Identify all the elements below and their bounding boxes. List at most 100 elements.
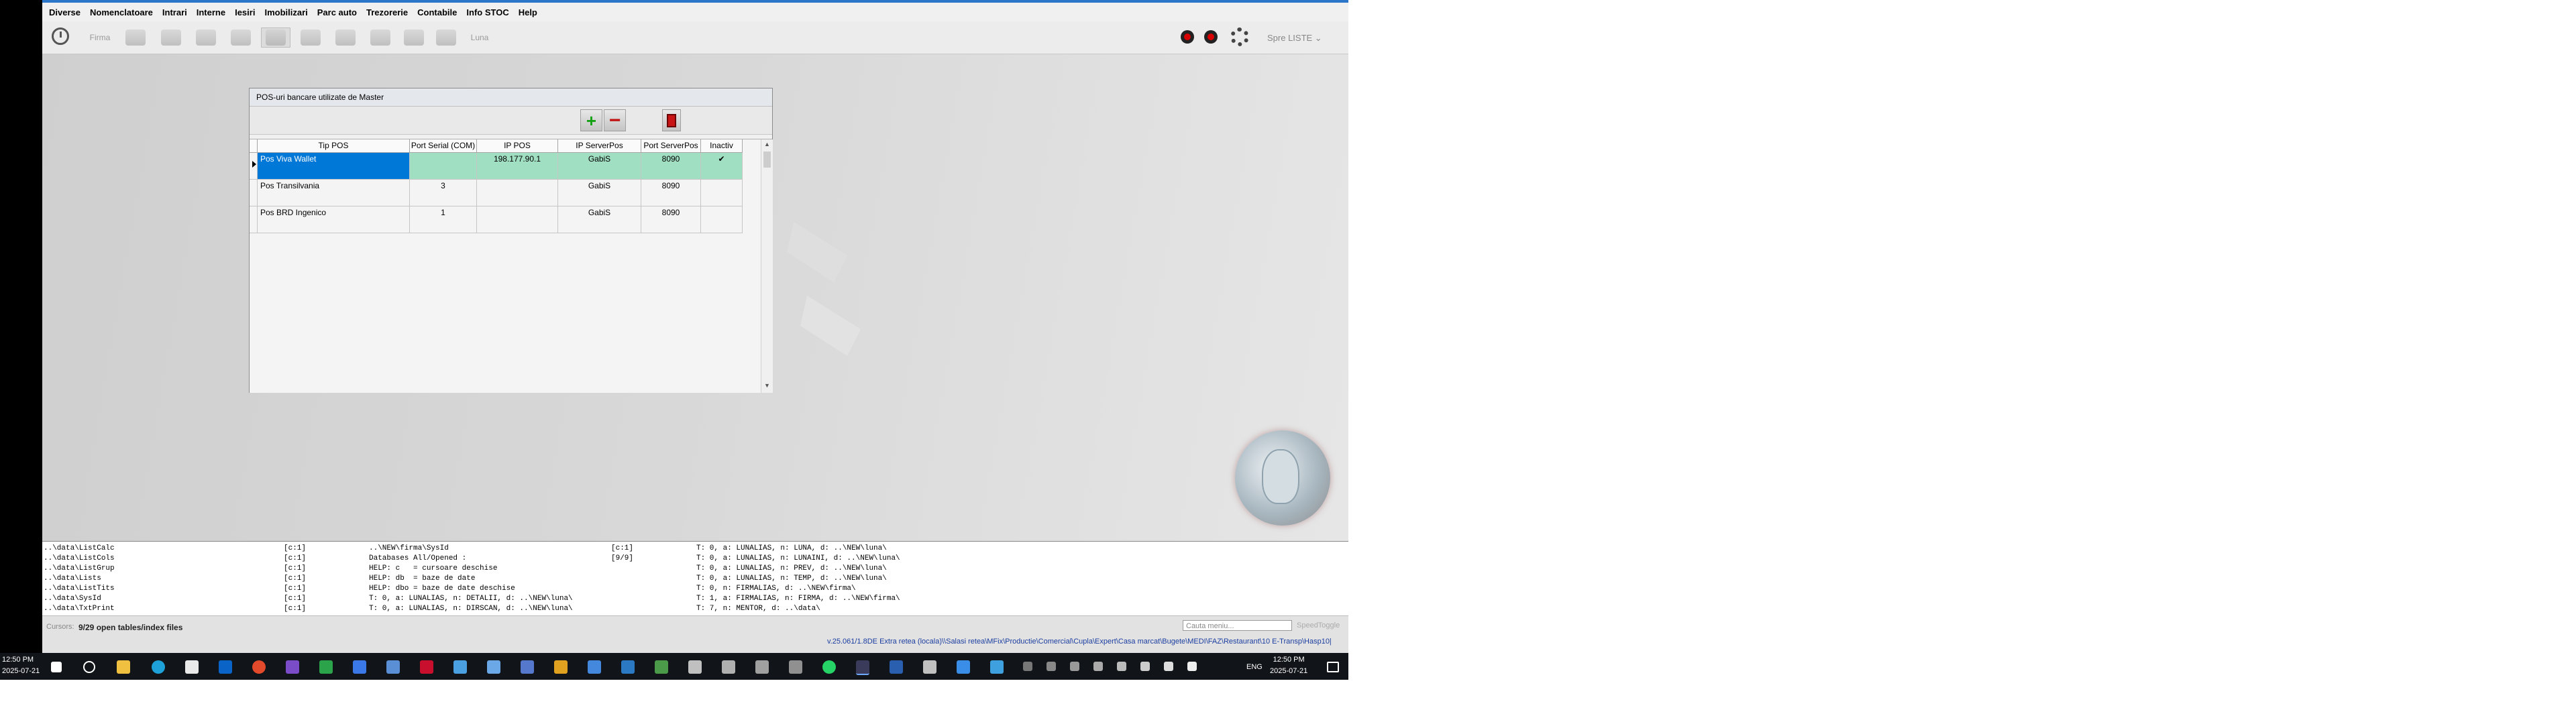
menu-diverse[interactable]: Diverse <box>49 7 80 17</box>
menu-iesiri[interactable]: Iesiri <box>235 7 255 17</box>
luna-button[interactable]: Luna <box>466 27 493 48</box>
chrome-icon[interactable] <box>252 660 266 674</box>
app-icon-6[interactable] <box>487 660 500 674</box>
exit-button[interactable] <box>662 109 681 131</box>
app-icon-4[interactable] <box>386 660 400 674</box>
app-icon-13[interactable] <box>722 660 735 674</box>
menu-nomenclatoare[interactable]: Nomenclatoare <box>90 7 153 17</box>
spre-liste-dropdown[interactable]: Spre LISTE ⌄ <box>1267 33 1322 44</box>
app-icon-3[interactable] <box>353 660 366 674</box>
menu-info-stoc[interactable]: Info STOC <box>466 7 508 17</box>
table-cell[interactable]: GabiS <box>558 180 641 206</box>
tray-icon-1[interactable] <box>1023 662 1032 671</box>
search-icon[interactable] <box>83 661 95 673</box>
col-ip-pos[interactable]: IP POS <box>477 139 558 153</box>
table-cell[interactable]: 8090 <box>641 153 701 180</box>
menu-search-input[interactable]: Cauta meniu... <box>1183 620 1292 631</box>
app-icon-10[interactable] <box>621 660 635 674</box>
toolbar-tool-8[interactable] <box>368 27 392 48</box>
menu-help[interactable]: Help <box>519 7 537 17</box>
app-icon-2[interactable] <box>319 660 333 674</box>
toolbar-tool-6[interactable] <box>299 27 323 48</box>
clock-icon[interactable] <box>52 27 69 45</box>
lifebuoy-icon[interactable] <box>1230 27 1249 46</box>
app-icon-16[interactable] <box>890 660 903 674</box>
scroll-down-icon[interactable]: ▼ <box>764 382 770 389</box>
app-icon-14[interactable] <box>755 660 769 674</box>
taskbar-clock-left[interactable]: 12:50 PM 2025-07-21 <box>2 654 40 677</box>
row-indicator[interactable] <box>250 206 258 233</box>
toolbar-tool-2[interactable] <box>159 27 183 48</box>
firma-button[interactable]: Firma <box>87 27 113 48</box>
app-icon-19[interactable] <box>990 660 1004 674</box>
calendar-icon[interactable] <box>185 660 199 674</box>
active-app-icon[interactable] <box>856 660 869 675</box>
whatsapp-icon[interactable] <box>822 660 836 674</box>
file-explorer-icon[interactable] <box>117 660 130 674</box>
app-icon-12[interactable] <box>688 660 702 674</box>
table-cell[interactable]: 1 <box>410 206 477 233</box>
menu-interne[interactable]: Interne <box>197 7 225 17</box>
menu-parc-auto[interactable]: Parc auto <box>317 7 357 17</box>
row-indicator[interactable] <box>250 153 258 180</box>
table-cell[interactable]: 8090 <box>641 206 701 233</box>
inactiv-checkbox[interactable]: ✔ <box>701 153 743 180</box>
table-cell[interactable] <box>410 153 477 180</box>
table-cell[interactable]: GabiS <box>558 153 641 180</box>
table-cell[interactable]: 3 <box>410 180 477 206</box>
col-port-serial[interactable]: Port Serial (COM) <box>410 139 477 153</box>
toolbar-tool-7[interactable] <box>333 27 358 48</box>
table-cell[interactable] <box>477 180 558 206</box>
scroll-thumb[interactable] <box>763 152 771 168</box>
menu-intrari[interactable]: Intrari <box>162 7 187 17</box>
inactiv-checkbox[interactable] <box>701 206 743 233</box>
menu-contabile[interactable]: Contabile <box>417 7 457 17</box>
col-port-serverpos[interactable]: Port ServerPos <box>641 139 701 153</box>
tray-icon-5[interactable] <box>1117 662 1126 671</box>
col-inactiv[interactable]: Inactiv <box>701 139 743 153</box>
app-icon-5[interactable] <box>453 660 467 674</box>
volume-icon[interactable] <box>1187 662 1197 671</box>
tray-icon-7[interactable] <box>1164 662 1173 671</box>
toolbar-tool-3[interactable] <box>194 27 218 48</box>
outlook-icon[interactable] <box>219 660 232 674</box>
speed-toggle[interactable]: SpeedToggle <box>1297 621 1340 629</box>
toolbar-tool-4[interactable] <box>229 27 253 48</box>
windows-start-icon[interactable] <box>51 662 62 672</box>
table-cell[interactable]: Pos BRD Ingenico <box>258 206 410 233</box>
row-indicator[interactable] <box>250 180 258 206</box>
table-cell[interactable] <box>477 206 558 233</box>
app-icon-15[interactable] <box>789 660 802 674</box>
tray-icon-6[interactable] <box>1140 662 1150 671</box>
col-ip-serverpos[interactable]: IP ServerPos <box>558 139 641 153</box>
add-button[interactable]: + <box>580 109 602 131</box>
app-icon-17[interactable] <box>923 660 936 674</box>
app-icon-1[interactable] <box>286 660 299 674</box>
table-cell[interactable]: GabiS <box>558 206 641 233</box>
col-tip-pos[interactable]: Tip POS <box>258 139 410 153</box>
app-icon-11[interactable] <box>655 660 668 674</box>
app-icon-8[interactable] <box>554 660 568 674</box>
inactiv-checkbox[interactable] <box>701 180 743 206</box>
tray-icon-3[interactable] <box>1070 662 1079 671</box>
rad-studio-icon[interactable] <box>420 660 433 674</box>
delete-button[interactable]: − <box>604 109 626 131</box>
app-icon-7[interactable] <box>521 660 534 674</box>
language-indicator[interactable]: ENG <box>1246 662 1263 673</box>
notification-icon[interactable] <box>1327 662 1339 672</box>
scroll-up-icon[interactable]: ▲ <box>764 141 770 147</box>
table-cell[interactable]: Pos Transilvania <box>258 180 410 206</box>
table-cell[interactable]: 8090 <box>641 180 701 206</box>
tray-icon-2[interactable] <box>1046 662 1056 671</box>
table-scrollbar[interactable]: ▲ ▼ <box>761 139 773 393</box>
tray-icon-4[interactable] <box>1093 662 1103 671</box>
toolbar-tool-10[interactable] <box>434 27 458 48</box>
toolbar-tool-9[interactable] <box>402 27 426 48</box>
toolbar-tool-5[interactable] <box>261 27 290 48</box>
record-icon-2[interactable] <box>1204 30 1218 44</box>
assistant-avatar-icon[interactable] <box>1235 430 1330 526</box>
edge-icon[interactable] <box>152 660 165 674</box>
app-icon-18[interactable] <box>957 660 970 674</box>
table-cell[interactable]: Pos Viva Wallet <box>258 153 410 180</box>
taskbar-clock-right[interactable]: 12:50 PM 2025-07-21 <box>1270 654 1307 677</box>
